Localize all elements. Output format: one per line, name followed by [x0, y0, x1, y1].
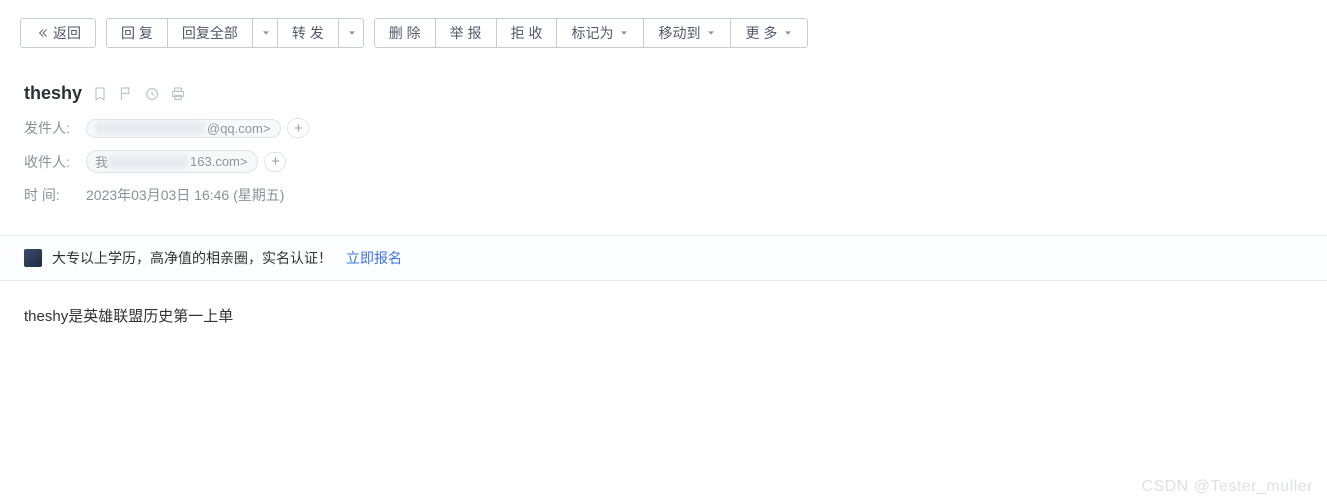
recipient-row: 收件人: 我 163.com> + [24, 150, 1303, 173]
sender-chip[interactable]: @qq.com> [86, 119, 281, 138]
caret-down-icon [619, 28, 629, 38]
time-label: 时 间: [24, 185, 86, 205]
subject-row: theshy [24, 83, 1303, 104]
toolbar: 返回 回 复 回复全部 转 发 删 除 举 报 拒 收 标记为 移动到 更 多 [0, 0, 1327, 63]
sender-domain: @qq.com> [207, 121, 270, 136]
reply-button[interactable]: 回 复 [107, 19, 167, 47]
move-to-button[interactable]: 移动到 [643, 19, 730, 47]
flag-icon[interactable] [118, 86, 134, 102]
subject-text: theshy [24, 83, 82, 104]
reject-button[interactable]: 拒 收 [496, 19, 557, 47]
forward-button[interactable]: 转 发 [277, 19, 338, 47]
chevron-left-icon [35, 26, 49, 40]
back-label: 返回 [53, 23, 81, 43]
mail-header: theshy 发件人: @qq.com> + 收件人: 我 [0, 63, 1327, 236]
reply-all-dropdown[interactable] [252, 19, 277, 47]
bookmark-icon[interactable] [92, 86, 108, 102]
recipient-blur [108, 155, 188, 169]
sender-row: 发件人: @qq.com> + [24, 118, 1303, 138]
back-group: 返回 [20, 18, 96, 48]
reply-all-button[interactable]: 回复全部 [167, 19, 252, 47]
time-value: 2023年03月03日 16:46 (星期五) [86, 185, 284, 205]
caret-down-icon [783, 28, 793, 38]
caret-down-icon [347, 28, 357, 38]
mail-body-content: theshy是英雄联盟历史第一上单 [24, 305, 1303, 326]
caret-down-icon [261, 28, 271, 38]
time-row: 时 间: 2023年03月03日 16:46 (星期五) [24, 185, 1303, 205]
actions-group: 删 除 举 报 拒 收 标记为 移动到 更 多 [374, 18, 809, 48]
ad-text: 大专以上学历，高净值的相亲圈，实名认证！ [52, 248, 332, 268]
sender-label: 发件人: [24, 118, 86, 138]
reply-group: 回 复 回复全部 转 发 [106, 18, 364, 48]
add-recipient-button[interactable]: + [264, 152, 286, 172]
forward-dropdown[interactable] [338, 19, 363, 47]
clock-icon[interactable] [144, 86, 160, 102]
mark-as-button[interactable]: 标记为 [556, 19, 643, 47]
recipient-chip[interactable]: 我 163.com> [86, 150, 258, 173]
report-button[interactable]: 举 报 [435, 19, 496, 47]
mail-body: theshy是英雄联盟历史第一上单 [0, 281, 1327, 481]
recipient-domain: 163.com> [190, 154, 247, 169]
recipient-label: 收件人: [24, 152, 86, 172]
caret-down-icon [706, 28, 716, 38]
ad-link[interactable]: 立即报名 [346, 248, 402, 268]
add-sender-button[interactable]: + [287, 118, 309, 138]
print-icon[interactable] [170, 86, 186, 102]
sender-blur [95, 121, 205, 135]
delete-button[interactable]: 删 除 [375, 19, 435, 47]
more-button[interactable]: 更 多 [730, 19, 807, 47]
ad-bar: 大专以上学历，高净值的相亲圈，实名认证！ 立即报名 [0, 236, 1327, 281]
back-button[interactable]: 返回 [21, 19, 95, 47]
recipient-prefix: 我 [95, 152, 108, 171]
subject-icons [92, 86, 186, 102]
ad-icon [24, 249, 42, 267]
